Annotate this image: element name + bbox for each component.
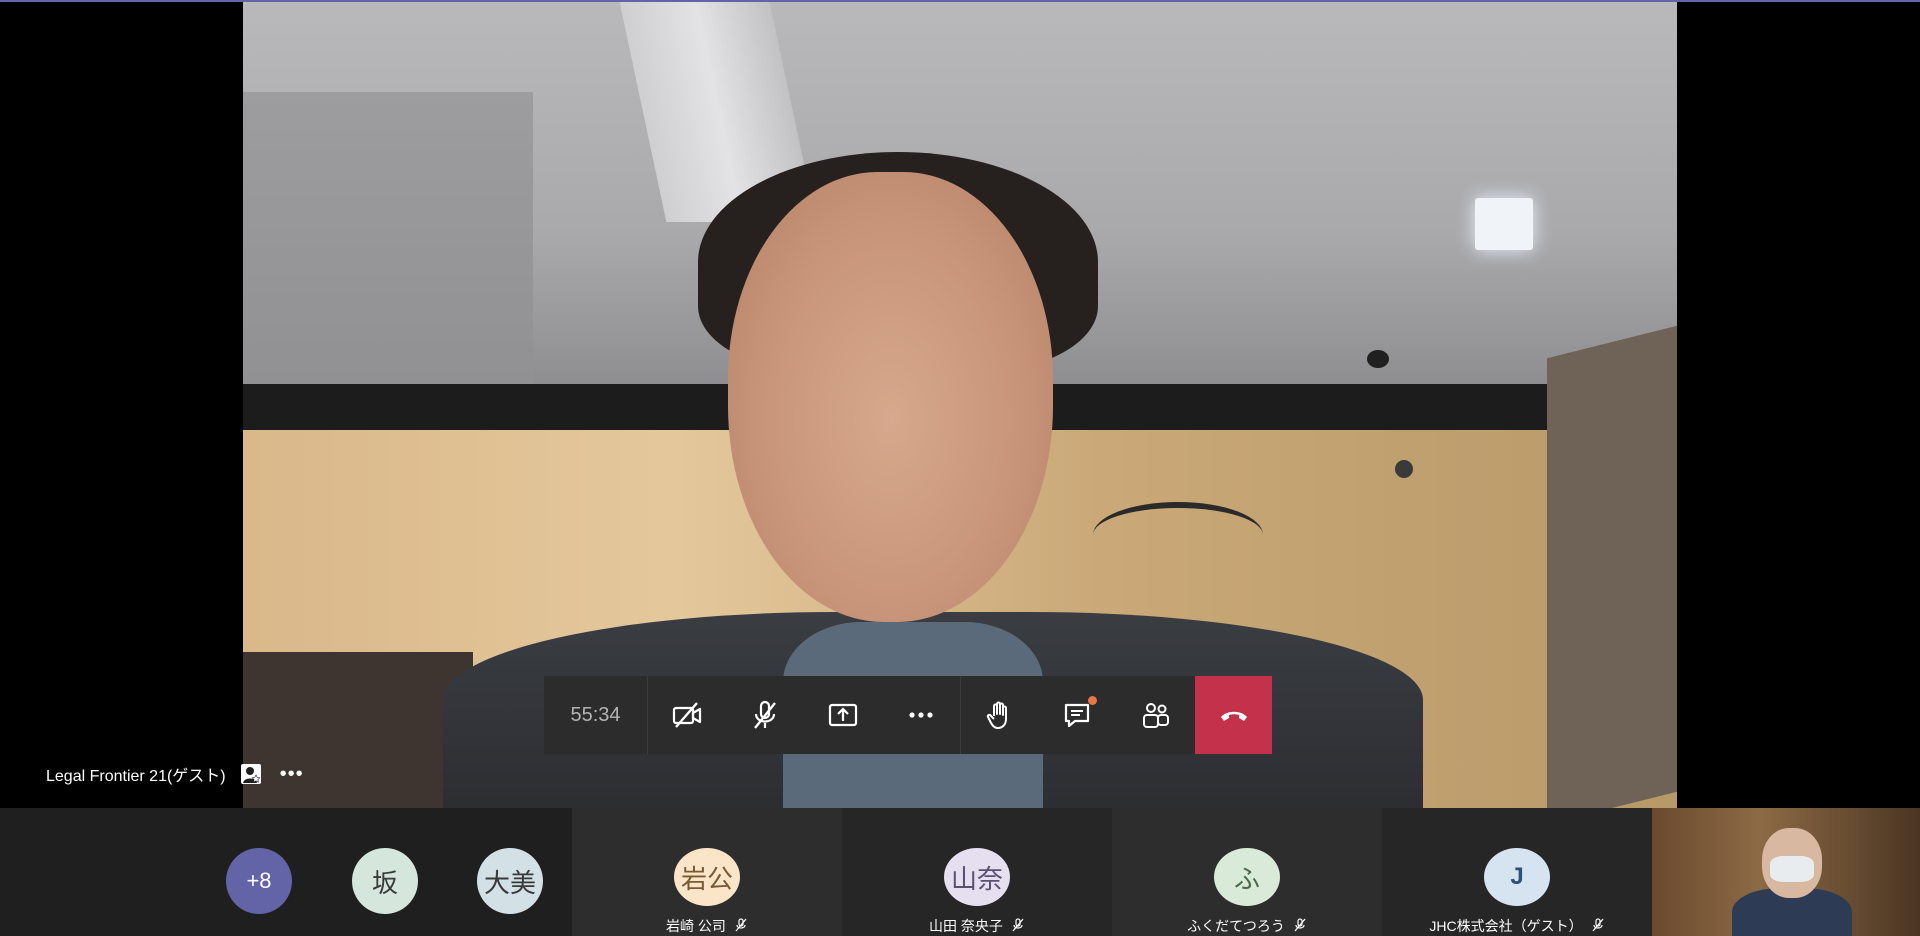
participant-name: ふくだてつろう	[1187, 918, 1285, 934]
video-hanger	[1093, 502, 1263, 568]
participant-avatar-small[interactable]: 大美	[477, 848, 543, 914]
call-timer: 55:34	[544, 676, 648, 754]
hang-up-icon	[1220, 711, 1247, 721]
participant-tile[interactable]: J JHC株式会社（ゲスト）	[1382, 808, 1652, 936]
camera-toggle-button[interactable]	[648, 676, 726, 754]
participant-name: JHC株式会社（ゲスト）	[1429, 918, 1583, 934]
more-actions-button[interactable]	[882, 676, 960, 754]
overflow-participants-button[interactable]: +8	[226, 848, 292, 914]
video-security-camera	[1367, 350, 1389, 368]
hang-up-button[interactable]	[1195, 676, 1272, 754]
video-left-wall	[243, 92, 533, 430]
video-hook	[1395, 460, 1413, 478]
mic-off-icon	[1591, 917, 1605, 935]
more-actions-icon	[909, 712, 933, 718]
participant-avatar: ふ	[1214, 848, 1280, 906]
mic-toggle-button[interactable]	[726, 676, 804, 754]
camera-off-icon	[672, 702, 702, 728]
participant-name-row: ふくだてつろう	[1187, 916, 1307, 936]
self-video-preview[interactable]	[1652, 808, 1920, 936]
share-screen-icon	[828, 703, 858, 727]
participant-avatar: 岩公	[674, 848, 740, 906]
speaker-name: Legal Frontier 21(ゲスト)	[46, 768, 226, 785]
raise-hand-button[interactable]	[961, 676, 1039, 754]
speaker-name-overlay: Legal Frontier 21(ゲスト) •••	[46, 762, 304, 786]
participant-name-row: JHC株式会社（ゲスト）	[1429, 916, 1604, 936]
speaker-face	[728, 172, 1053, 622]
mic-off-icon	[1293, 917, 1307, 935]
participant-avatar-small[interactable]: 坂	[352, 848, 418, 914]
share-screen-button[interactable]	[804, 676, 882, 754]
participant-name: 岩崎 公司	[666, 918, 726, 934]
participants-icon	[1143, 703, 1169, 728]
chat-button[interactable]	[1039, 676, 1117, 754]
video-exit-sign	[1475, 198, 1533, 250]
speaker-more-options-icon[interactable]: •••	[280, 763, 304, 786]
participant-tile[interactable]: ふ ふくだてつろう	[1112, 808, 1382, 936]
raise-hand-icon	[986, 701, 1007, 729]
participant-name-row: 岩崎 公司	[666, 916, 748, 936]
participant-name: 山田 奈央子	[929, 918, 1003, 934]
mic-off-icon	[754, 700, 776, 729]
participant-strip: +8 坂 大美 岩公 岩崎 公司 山奈 山田 奈央子 ふ ふくだてつろう J J…	[0, 808, 1920, 936]
mic-off-icon	[1011, 917, 1025, 935]
participant-tile[interactable]: 山奈 山田 奈央子	[842, 808, 1112, 936]
participant-avatar: 山奈	[944, 848, 1010, 906]
self-mask	[1770, 856, 1814, 882]
participant-name-row: 山田 奈央子	[929, 916, 1025, 936]
participants-button[interactable]	[1117, 676, 1195, 754]
participant-avatar: J	[1484, 848, 1550, 906]
participant-tile[interactable]: 岩公 岩崎 公司	[572, 808, 842, 936]
call-control-bar: 55:34	[544, 676, 1272, 754]
video-door-panel	[1547, 325, 1677, 808]
chat-notification-dot	[1088, 696, 1097, 705]
guest-badge-icon	[240, 763, 262, 785]
mic-off-icon	[734, 917, 748, 935]
